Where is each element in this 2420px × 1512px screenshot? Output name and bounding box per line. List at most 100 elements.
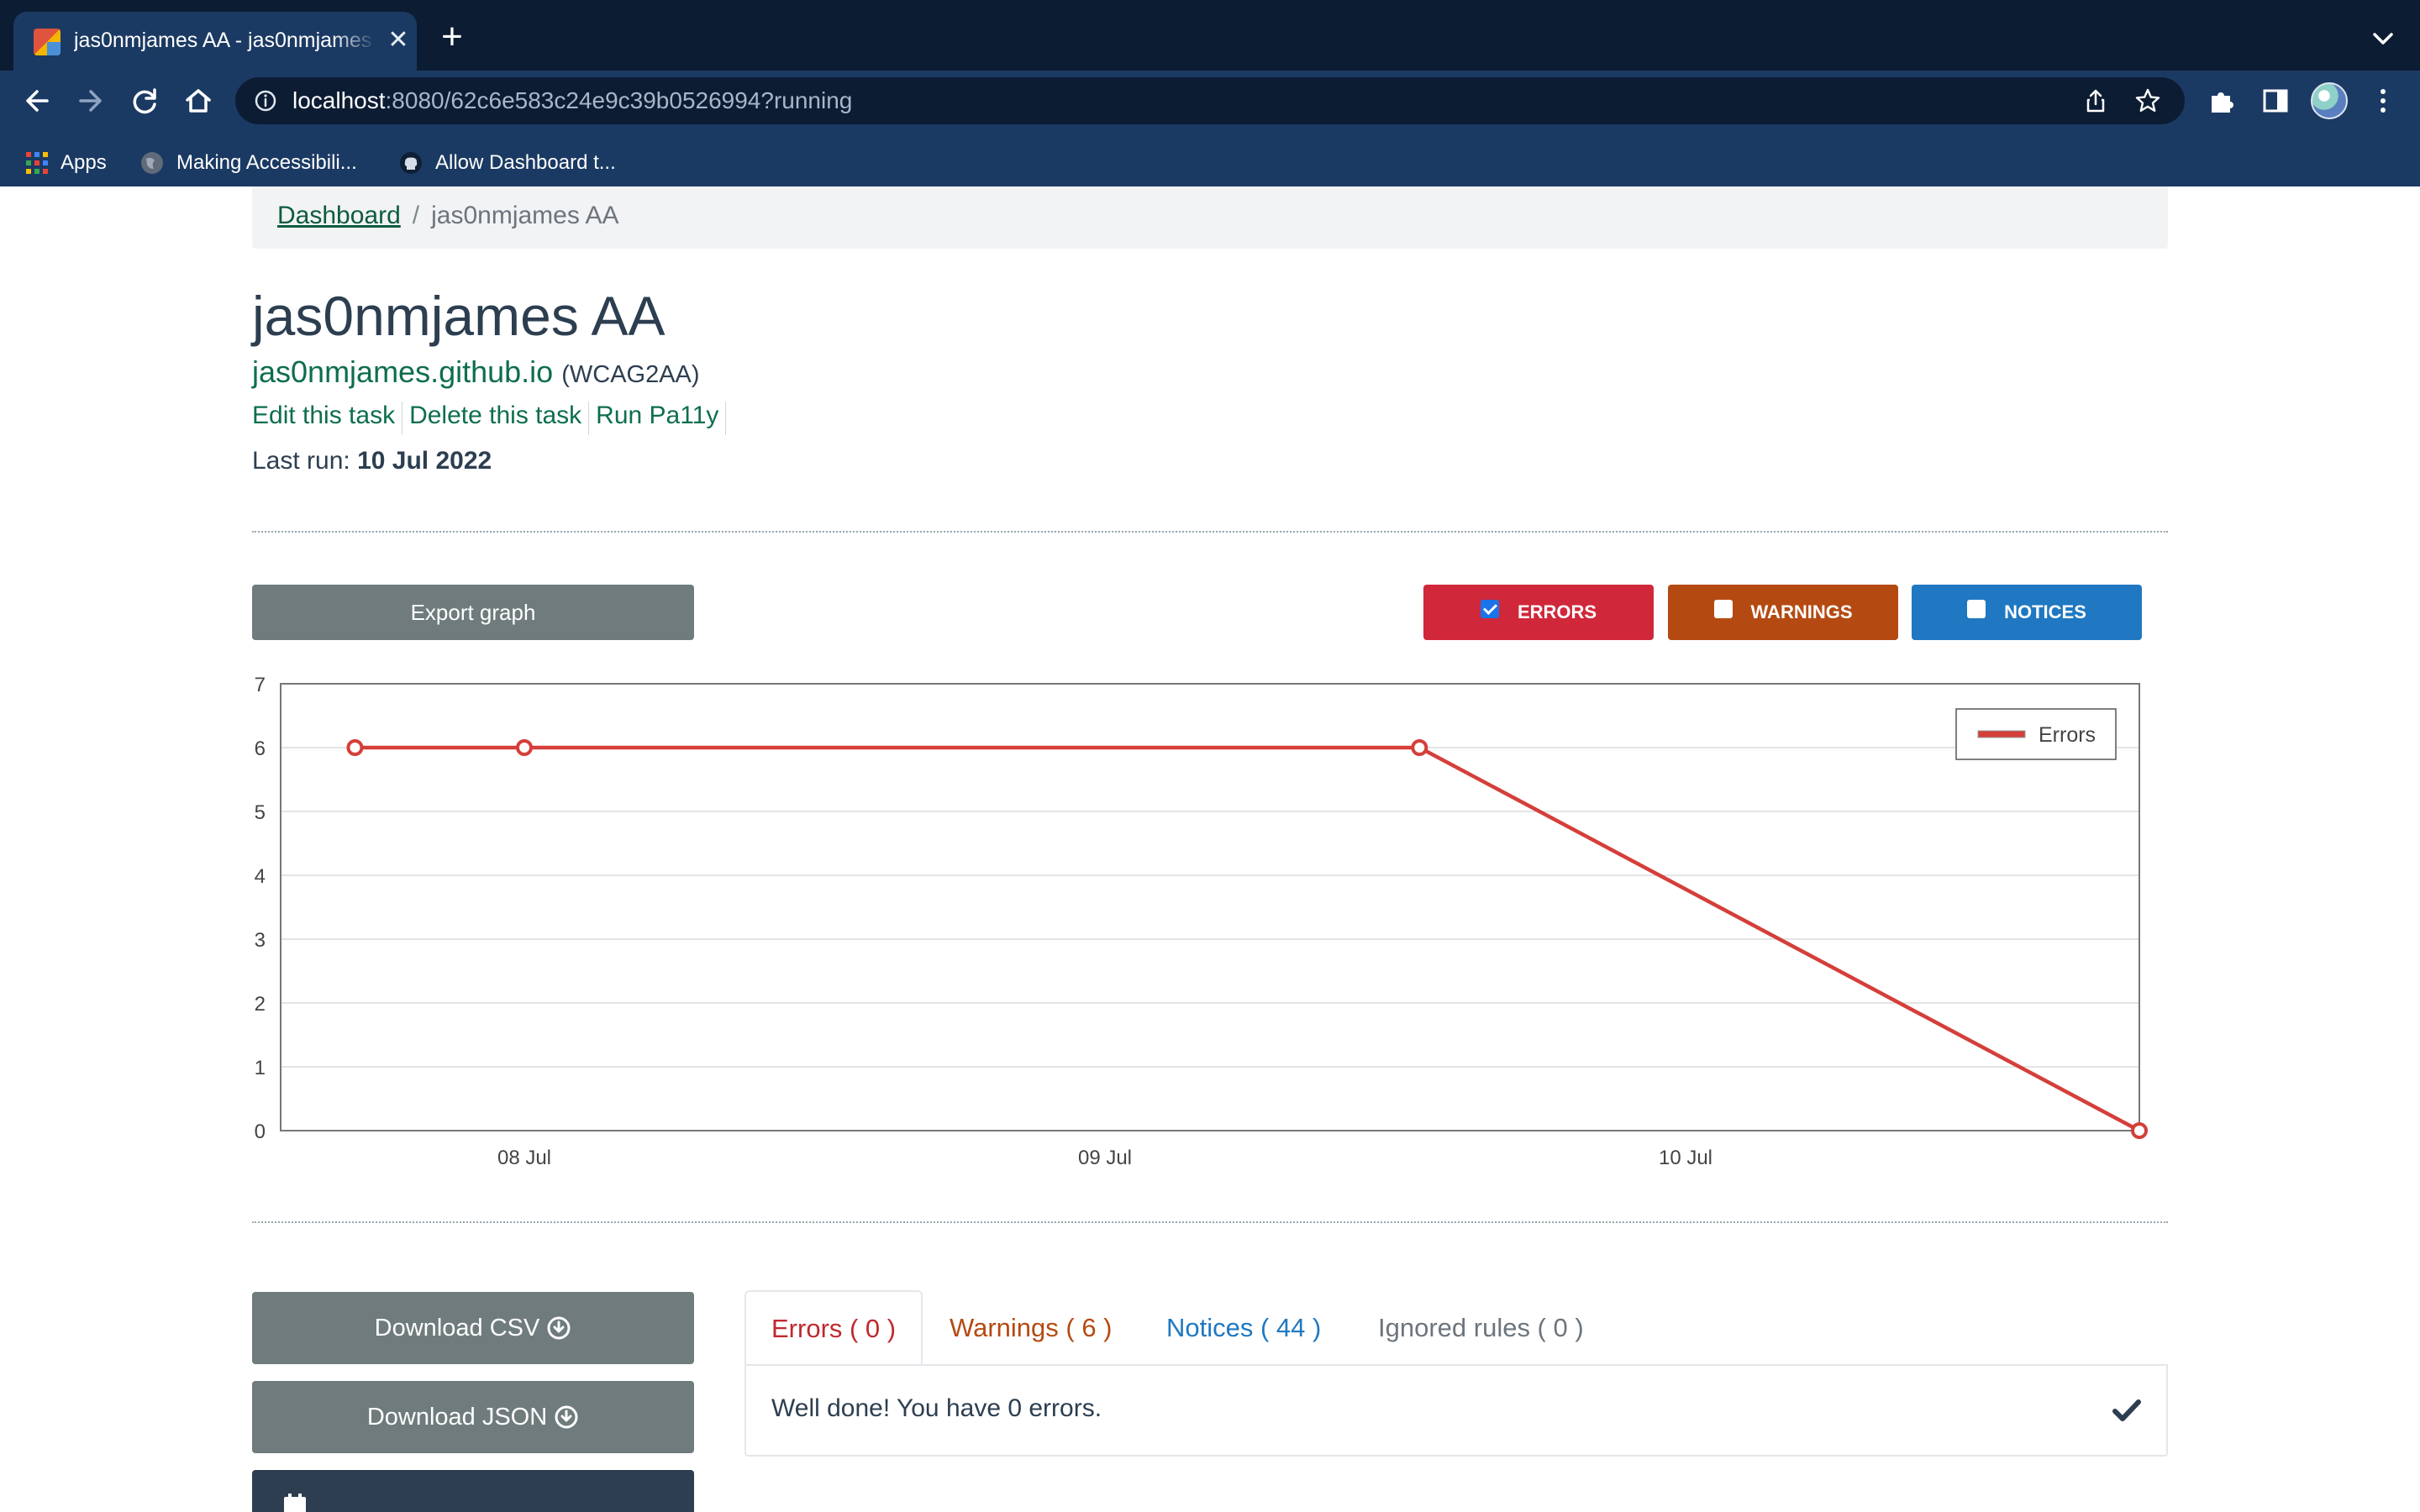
tab-notices[interactable]: Notices ( 44 ) [1166,1290,1321,1366]
extensions-puzzle-icon[interactable] [2203,82,2240,119]
new-tab-icon[interactable]: + [434,18,471,55]
info-icon[interactable] [254,89,277,113]
globe-icon [141,152,163,174]
share-icon[interactable] [2082,87,2109,114]
address-bar[interactable]: localhost:8080/62c6e583c24e9c39b0526994?… [235,77,2185,124]
tab-warnings[interactable]: Warnings ( 6 ) [950,1290,1113,1366]
download-circle-icon [547,1316,571,1340]
warnings-checkbox[interactable] [1713,600,1733,618]
task-subtitle: jas0nmjames.github.io (WCAG2AA) [252,354,700,390]
warnings-toggle-label: WARNINGS [1750,601,1853,622]
side-panel-icon[interactable] [2257,82,2294,119]
y-tick-label: 0 [255,1121,266,1143]
task-actions: Edit this task Delete this task Run Pa11… [252,402,733,435]
url-host: localhost [292,87,386,113]
tab-title: jas0nmjames AA - jas0nmjames AA [74,29,376,52]
reload-icon[interactable] [124,81,165,121]
errors-toggle[interactable]: ERRORS [1423,585,1654,640]
home-icon[interactable] [178,81,218,121]
profile-avatar[interactable] [2311,82,2348,119]
tab-notices-label: Notices ( 44 ) [1166,1313,1322,1342]
schedule-button[interactable] [252,1470,694,1512]
x-tick-label: 08 Jul [497,1147,551,1169]
section-divider [252,1221,2168,1223]
tab-errors[interactable]: Errors ( 0 ) [744,1290,923,1366]
legend-label-errors: Errors [2039,723,2096,747]
url-text[interactable]: localhost:8080/62c6e583c24e9c39b0526994?… [292,87,852,114]
bookmark-making-accessibility[interactable]: Making Accessibili... [139,146,357,180]
close-tab-icon[interactable]: ✕ [383,25,413,55]
last-run-date: 10 Jul 2022 [357,447,492,475]
bookmark-allow-dashboard[interactable]: Allow Dashboard t... [398,146,616,180]
y-tick-label: 1 [255,1057,266,1079]
y-tick-label: 5 [255,801,266,824]
bookmark-apps[interactable]: Apps [25,146,107,180]
breadcrumb-dashboard-link[interactable]: Dashboard [277,202,401,229]
breadcrumb-current: jas0nmjames AA [431,202,619,229]
y-tick-label: 7 [255,674,266,696]
bookmark-star-icon[interactable] [2134,87,2161,114]
x-tick-label: 09 Jul [1078,1147,1132,1169]
x-tick-label: 10 Jul [1659,1147,1712,1169]
breadcrumb-separator: / [412,202,420,229]
y-tick-label: 2 [255,993,266,1016]
tab-ignored-label: Ignored rules ( 0 ) [1378,1313,1584,1342]
legend-swatch-errors [1977,730,2026,738]
pa11y-favicon-icon [34,29,60,55]
y-tick-label: 4 [255,865,266,888]
tab-strip: jas0nmjames AA - jas0nmjames AA ✕ + [0,0,2420,71]
browser-chrome: jas0nmjames AA - jas0nmjames AA ✕ + loca… [0,0,2420,186]
last-run-label: Last run: [252,447,350,475]
breadcrumb: Dashboard / jas0nmjames AA [252,186,2168,249]
y-tick-label: 6 [255,738,266,760]
data-point [346,739,364,756]
task-standard: (WCAG2AA) [561,361,700,388]
notices-toggle[interactable]: NOTICES [1912,585,2142,640]
results-message: Well done! You have 0 errors. [771,1394,1102,1422]
warnings-toggle[interactable]: WARNINGS [1668,585,1898,640]
forward-arrow-icon[interactable] [71,81,111,121]
run-pa11y-link[interactable]: Run Pa11y [596,402,727,435]
results-chart: 0 1 2 3 4 5 6 7 08 Jul 09 Jul 10 Jul Errors [255,674,2148,1169]
browser-tab[interactable]: jas0nmjames AA - jas0nmjames AA ✕ [13,12,417,71]
download-json-button[interactable]: Download JSON [252,1381,694,1453]
checkmark-icon [2112,1399,2141,1421]
delete-task-link[interactable]: Delete this task [409,402,590,435]
bookmark-label: Allow Dashboard t... [435,151,616,174]
tab-ignored-rules[interactable]: Ignored rules ( 0 ) [1378,1290,1584,1366]
data-point [1411,739,1428,756]
tab-errors-label: Errors ( 0 ) [771,1314,897,1343]
results-tabs: Errors ( 0 ) Warnings ( 6 ) Notices ( 44… [744,1290,2168,1366]
bookmark-label: Apps [60,151,107,174]
errors-toggle-label: ERRORS [1517,601,1597,622]
data-point [2131,1122,2148,1139]
download-json-label: Download JSON [366,1403,548,1431]
download-circle-icon [555,1405,578,1429]
y-tick-label: 3 [255,929,266,952]
download-csv-label: Download CSV [374,1314,540,1341]
bookmark-label: Making Accessibili... [176,151,357,174]
back-arrow-icon[interactable] [17,81,57,121]
section-divider [252,531,2168,533]
notices-toggle-label: NOTICES [2004,601,2086,622]
menu-kebab-icon[interactable] [2365,82,2402,119]
errors-checkbox[interactable] [1480,600,1499,618]
apps-grid-icon [26,152,48,174]
page-content: Dashboard / jas0nmjames AA jas0nmjames AA … [0,186,2420,1512]
plot-frame [280,683,2140,1131]
url-path: :8080/62c6e583c24e9c39b0526994?running [385,87,853,113]
data-point [516,739,533,756]
notices-checkbox[interactable] [1967,600,1986,618]
github-icon [400,152,422,174]
results-panel: Well done! You have 0 errors. [744,1364,2168,1457]
export-graph-button[interactable]: Export graph [252,585,694,640]
calendar-icon [284,1494,306,1512]
download-csv-button[interactable]: Download CSV [252,1292,694,1364]
chevron-down-icon[interactable] [2365,20,2402,57]
page-title: jas0nmjames AA [252,285,666,347]
task-url-link[interactable]: jas0nmjames.github.io [252,354,553,389]
tab-warnings-label: Warnings ( 6 ) [950,1313,1113,1342]
last-run: Last run: 10 Jul 2022 [252,447,492,475]
edit-task-link[interactable]: Edit this task [252,402,403,435]
bookmarks-bar: Apps Making Accessibili... Allow Dashboa… [0,139,2420,186]
